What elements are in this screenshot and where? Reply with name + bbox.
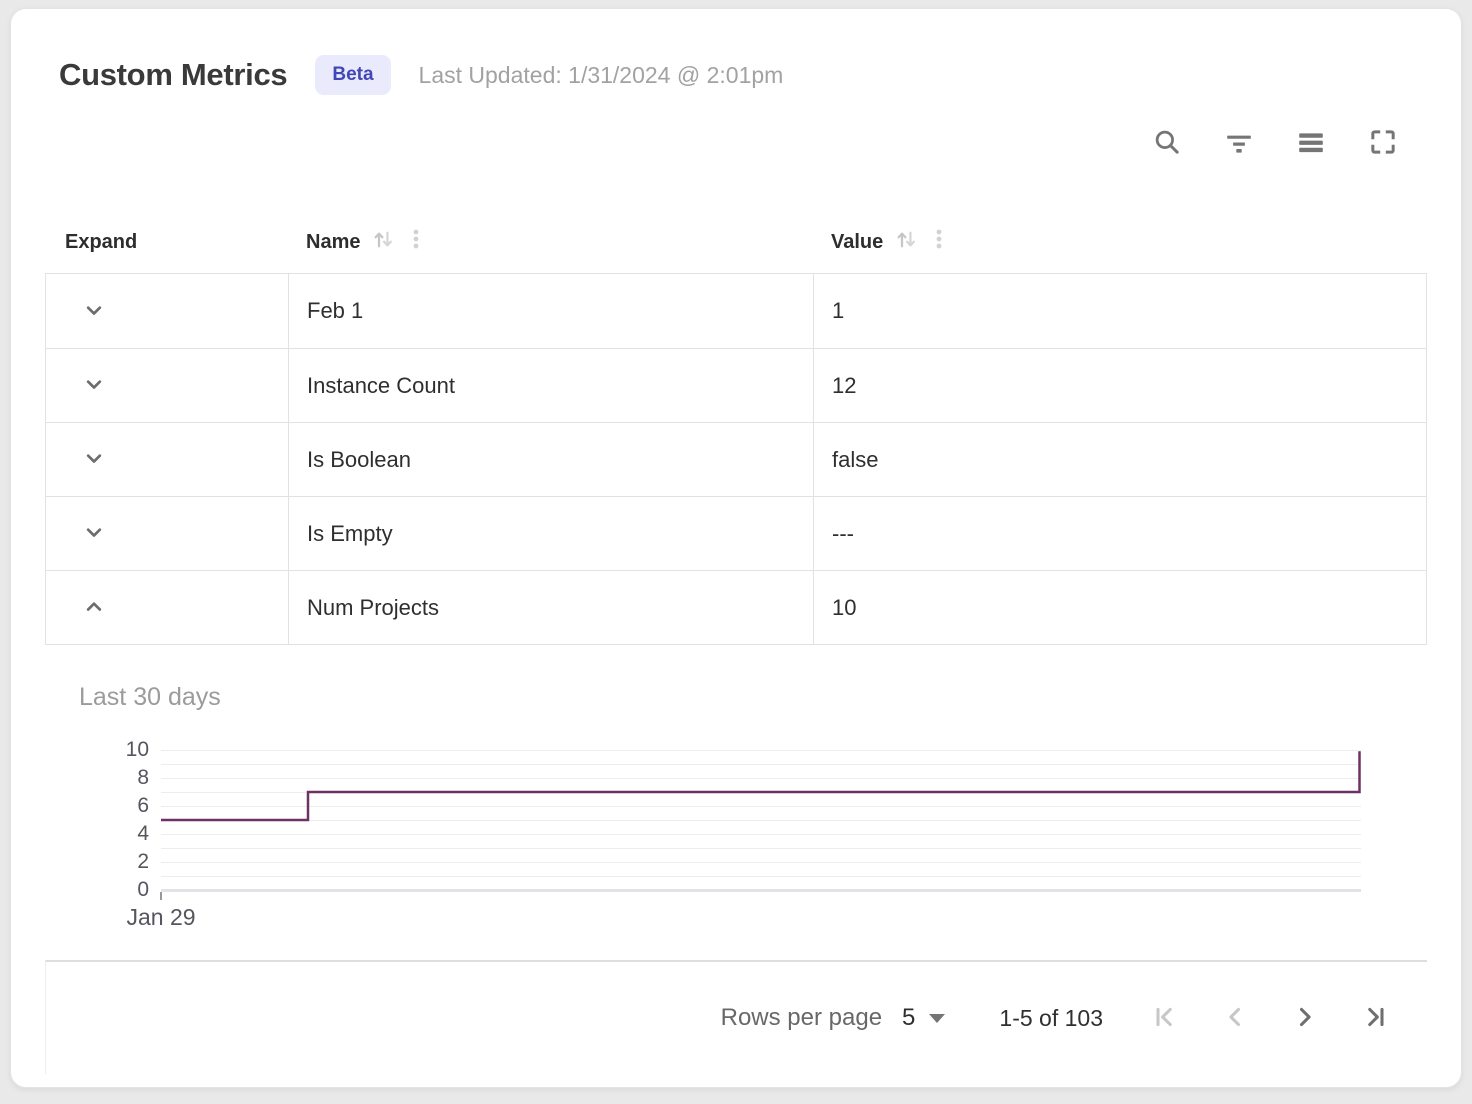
previous-page-button[interactable] <box>1213 996 1257 1040</box>
next-page-icon <box>1291 1003 1319 1034</box>
expand-row-button[interactable] <box>76 368 112 404</box>
metric-name-cell: Num Projects <box>289 571 814 644</box>
beta-badge: Beta <box>315 55 390 95</box>
y-axis-tick-label: 0 <box>137 878 149 902</box>
last-page-icon <box>1361 1003 1389 1034</box>
density-button[interactable] <box>1295 127 1327 159</box>
x-axis-tick-label: Jan 29 <box>126 904 195 931</box>
num-projects-chart: 0246810 Jan 29 <box>45 750 1427 940</box>
column-header-value[interactable]: Value <box>813 226 1427 259</box>
expand-row-button[interactable] <box>76 516 112 552</box>
y-axis-tick-label: 10 <box>126 738 149 762</box>
metric-value-cell: 10 <box>814 571 1426 644</box>
table-row: Num Projects 10 <box>46 570 1426 644</box>
column-menu-icon[interactable] <box>928 226 950 258</box>
previous-page-icon <box>1221 1003 1249 1034</box>
column-header-expand: Expand <box>45 231 288 254</box>
last-updated-text: Last Updated: 1/31/2024 @ 2:01pm <box>419 62 784 89</box>
density-icon <box>1296 127 1326 160</box>
metric-name-cell: Instance Count <box>289 349 814 422</box>
sort-icon[interactable] <box>370 226 397 259</box>
rows-per-page-select[interactable]: 5 <box>902 1004 945 1032</box>
search-icon <box>1152 127 1182 160</box>
first-page-button[interactable] <box>1143 996 1187 1040</box>
y-axis-tick-label: 6 <box>137 794 149 818</box>
expand-row-button[interactable] <box>76 442 112 478</box>
metric-name-cell: Is Boolean <box>289 423 814 496</box>
metric-name-cell: Is Empty <box>289 497 814 570</box>
y-axis-tick-label: 4 <box>137 822 149 846</box>
table-row: Feb 1 1 <box>46 274 1426 348</box>
pagination-nav <box>1143 996 1397 1040</box>
chevron-down-icon <box>80 444 108 475</box>
metric-value-cell: --- <box>814 497 1426 570</box>
row-detail-panel: Last 30 days 0246810 Jan 29 <box>45 645 1427 940</box>
pagination-range-label: 1-5 of 103 <box>999 1005 1103 1032</box>
num-projects-sparkline-plot: 0246810 <box>161 750 1361 890</box>
page-header: Custom Metrics Beta Last Updated: 1/31/2… <box>11 9 1461 101</box>
table-row: Instance Count 12 <box>46 348 1426 422</box>
chevron-down-icon <box>80 518 108 549</box>
table-header-row: Expand Name <box>45 211 1427 273</box>
custom-metrics-table: Expand Name <box>45 211 1427 645</box>
fullscreen-icon <box>1368 127 1398 160</box>
dropdown-arrow-icon <box>929 1014 945 1023</box>
collapse-row-button[interactable] <box>76 590 112 626</box>
table-toolbar <box>11 101 1461 163</box>
metric-value-cell: false <box>814 423 1426 496</box>
chevron-up-icon <box>80 592 108 623</box>
filter-button[interactable] <box>1223 127 1255 159</box>
last-page-button[interactable] <box>1353 996 1397 1040</box>
pagination-footer: Rows per page 5 1-5 of 103 <box>45 960 1427 1074</box>
sort-icon[interactable] <box>893 226 920 259</box>
metric-name-cell: Feb 1 <box>289 274 814 348</box>
next-page-button[interactable] <box>1283 996 1327 1040</box>
metric-value-cell: 1 <box>814 274 1426 348</box>
chevron-down-icon <box>80 296 108 327</box>
rows-per-page-value: 5 <box>902 1004 915 1032</box>
chart-title: Last 30 days <box>45 683 1427 712</box>
rows-per-page-label: Rows per page <box>721 1004 882 1032</box>
table-row: Is Boolean false <box>46 422 1426 496</box>
fullscreen-button[interactable] <box>1367 127 1399 159</box>
metric-value-cell: 12 <box>814 349 1426 422</box>
num-projects-series-line <box>161 751 1360 820</box>
chevron-down-icon <box>80 370 108 401</box>
table-body: Feb 1 1 Instance Count 12 <box>45 273 1427 645</box>
column-menu-icon[interactable] <box>405 226 427 258</box>
column-header-name[interactable]: Name <box>288 226 813 259</box>
expand-row-button[interactable] <box>76 293 112 329</box>
custom-metrics-card: Custom Metrics Beta Last Updated: 1/31/2… <box>10 8 1462 1088</box>
first-page-icon <box>1151 1003 1179 1034</box>
page-title: Custom Metrics <box>59 57 287 93</box>
table-row: Is Empty --- <box>46 496 1426 570</box>
x-axis-tick <box>160 892 162 900</box>
search-button[interactable] <box>1151 127 1183 159</box>
filter-icon <box>1224 127 1254 160</box>
y-axis-tick-label: 2 <box>137 850 149 874</box>
y-axis-tick-label: 8 <box>137 766 149 790</box>
